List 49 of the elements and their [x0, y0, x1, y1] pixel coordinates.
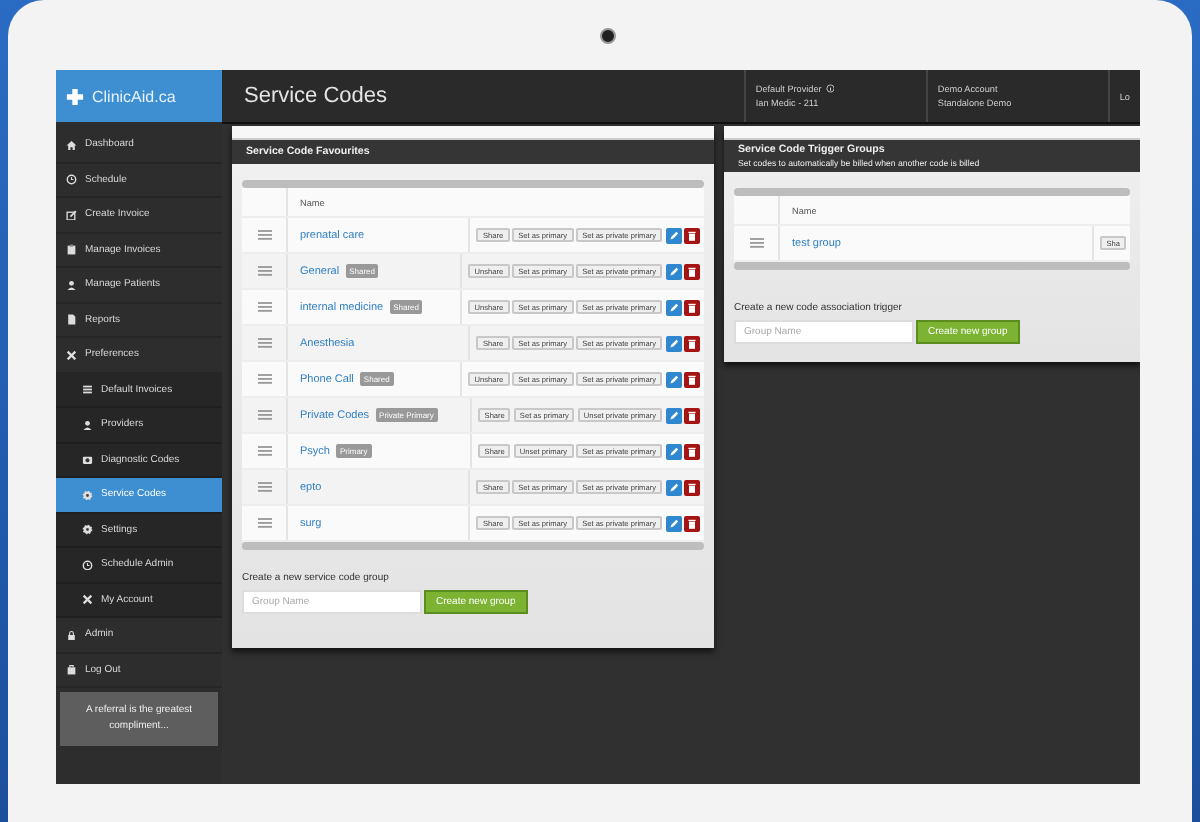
delete-button[interactable] — [684, 299, 700, 315]
camera-icon — [600, 27, 616, 43]
edit-button[interactable] — [665, 299, 681, 315]
delete-button[interactable] — [684, 479, 700, 495]
delete-button[interactable] — [684, 515, 700, 531]
drag-handle-icon[interactable] — [257, 302, 271, 312]
list-icon — [82, 384, 93, 395]
edit-button[interactable] — [665, 407, 681, 423]
clipboard-icon — [66, 244, 77, 255]
person-icon — [66, 279, 77, 290]
edit-button[interactable] — [665, 335, 681, 351]
edit-button[interactable] — [665, 479, 681, 495]
edit-button[interactable] — [665, 515, 681, 531]
document-icon — [66, 314, 77, 325]
drag-handle-icon[interactable] — [257, 518, 271, 528]
edit-button[interactable] — [665, 227, 681, 243]
delete-button[interactable] — [684, 263, 700, 279]
gear-icon — [82, 524, 93, 535]
drag-handle-icon[interactable] — [257, 266, 271, 276]
edit-icon — [66, 209, 77, 220]
person-icon — [82, 419, 93, 430]
page-title: Service Codes — [242, 84, 390, 108]
drag-handle-icon[interactable] — [257, 482, 271, 492]
cross-logo-icon — [66, 87, 84, 105]
delete-button[interactable] — [684, 227, 700, 243]
home-icon — [66, 139, 77, 150]
info-icon[interactable] — [825, 84, 835, 94]
edit-button[interactable] — [665, 443, 681, 459]
drag-handle-icon[interactable] — [257, 374, 271, 384]
drag-handle-icon[interactable] — [257, 230, 271, 240]
drag-handle-icon[interactable] — [257, 446, 271, 456]
delete-button[interactable] — [684, 407, 700, 423]
lock-icon — [66, 629, 77, 640]
bag-icon — [66, 664, 77, 675]
delete-button[interactable] — [684, 443, 700, 459]
tools-icon — [82, 594, 93, 605]
gear-icon — [82, 489, 93, 500]
clock-icon — [66, 174, 77, 185]
drag-handle-icon[interactable] — [257, 410, 271, 420]
delete-button[interactable] — [684, 335, 700, 351]
camera-icon — [82, 454, 93, 465]
edit-button[interactable] — [665, 263, 681, 279]
edit-button[interactable] — [665, 371, 681, 387]
drag-handle-icon[interactable] — [257, 338, 271, 348]
logo-text: ClinicAid.ca — [92, 87, 176, 105]
clock-icon — [82, 559, 93, 570]
delete-button[interactable] — [684, 371, 700, 387]
tools-icon — [66, 349, 77, 360]
drag-handle-icon[interactable] — [749, 238, 763, 248]
